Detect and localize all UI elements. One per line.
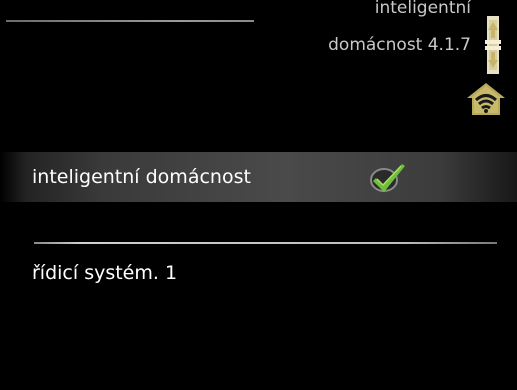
page-title-line1: inteligentní [374, 0, 471, 18]
checkmark-icon[interactable] [368, 160, 408, 194]
smart-home-wifi-icon [467, 83, 505, 115]
menu-item-control-system-1[interactable]: řídicí systém. 1 [32, 261, 177, 285]
top-divider [6, 20, 254, 22]
menu-item-smart-home-label: inteligentní domácnost [32, 166, 251, 188]
page-title-line2: domácnost 4.1.7 [328, 35, 471, 55]
page-title: inteligentní domácnost 4.1.7 [328, 0, 471, 56]
scrollbar-arrows-icon[interactable] [482, 16, 504, 74]
section-divider [34, 242, 497, 244]
